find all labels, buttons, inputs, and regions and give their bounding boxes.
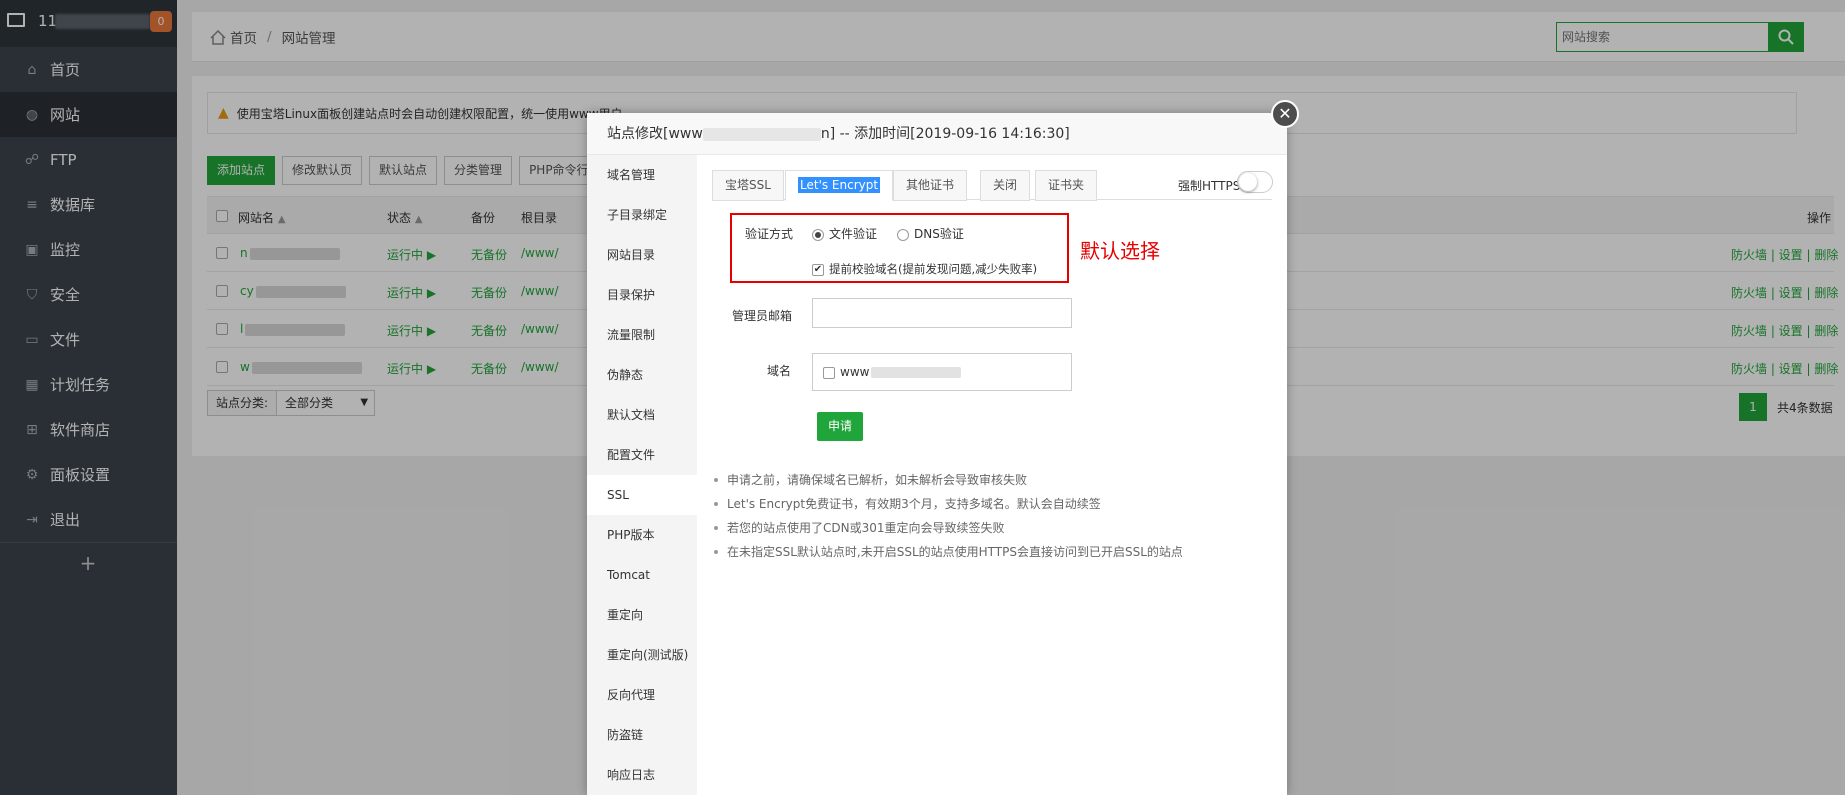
radio-checked-icon [812,228,824,241]
nav-redirect[interactable]: 重定向 [587,595,697,635]
nav-config[interactable]: 配置文件 [587,435,697,475]
nav-rewrite[interactable]: 伪静态 [587,355,697,395]
site-edit-modal: 站点修改[www n] -- 添加时间[2019-09-16 14:16:30] … [587,113,1287,795]
note-item: 申请之前，请确保域名已解析，如未解析会导致审核失败 [712,468,1272,492]
email-field[interactable] [812,298,1072,328]
nav-response-log[interactable]: 响应日志 [587,755,697,795]
nav-tomcat[interactable]: Tomcat [587,555,697,595]
email-label: 管理员邮箱 [732,309,793,323]
close-icon[interactable]: ✕ [1271,100,1299,128]
tab-lets-encrypt[interactable]: Let's Encrypt [785,170,894,201]
nav-hotlink[interactable]: 防盗链 [587,715,697,755]
nav-default-doc[interactable]: 默认文档 [587,395,697,435]
nav-reverse-proxy[interactable]: 反向代理 [587,675,697,715]
domain-option[interactable]: www [823,365,962,379]
verify-file-option[interactable]: 文件验证 [812,225,877,242]
nav-dir-protect[interactable]: 目录保护 [587,275,697,315]
force-https-toggle[interactable] [1237,171,1273,193]
nav-site-dir[interactable]: 网站目录 [587,235,697,275]
radio-icon [897,228,909,241]
checkbox-checked-icon: ✔ [812,263,824,276]
ssl-tabs: 宝塔SSL Let's Encrypt 其他证书 关闭 证书夹 强制HTTPS [712,170,1272,201]
note-item: Let's Encrypt免费证书，有效期3个月，支持多域名。默认会自动续签 [712,492,1272,516]
checkbox-icon [823,366,835,379]
nav-ssl[interactable]: SSL [587,475,697,515]
precheck-option[interactable]: ✔ 提前校验域名(提前发现问题,减少失败率) [812,261,1037,277]
nav-php-version[interactable]: PHP版本 [587,515,697,555]
modal-title: 站点修改[www n] -- 添加时间[2019-09-16 14:16:30] [587,113,1287,155]
annotation-default-choice: 默认选择 [1080,239,1160,263]
tab-bt-ssl[interactable]: 宝塔SSL [712,170,784,201]
domain-label: 域名 [767,364,792,378]
ssl-notes: 申请之前，请确保域名已解析，如未解析会导致审核失败 Let's Encrypt免… [712,468,1272,564]
note-item: 在未指定SSL默认站点时,未开启SSL的站点使用HTTPS会直接访问到已开启SS… [712,540,1272,564]
nav-domain[interactable]: 域名管理 [587,155,697,195]
tab-cert-folder[interactable]: 证书夹 [1035,170,1098,201]
tab-close[interactable]: 关闭 [980,170,1031,201]
force-https-label: 强制HTTPS [1178,179,1241,193]
verify-dns-option[interactable]: DNS验证 [897,225,964,242]
domain-list: www [812,353,1072,391]
nav-redirect-beta[interactable]: 重定向(测试版) [587,635,697,675]
modal-nav: 域名管理 子目录绑定 网站目录 目录保护 流量限制 伪静态 默认文档 配置文件 … [587,155,697,795]
toggle-knob [1239,173,1257,191]
tab-other-cert[interactable]: 其他证书 [893,170,968,201]
verify-method-label: 验证方式 [745,227,794,241]
note-item: 若您的站点使用了CDN或301重定向会导致续签失败 [712,516,1272,540]
nav-traffic-limit[interactable]: 流量限制 [587,315,697,355]
nav-subdir[interactable]: 子目录绑定 [587,195,697,235]
apply-button[interactable]: 申请 [817,412,863,441]
